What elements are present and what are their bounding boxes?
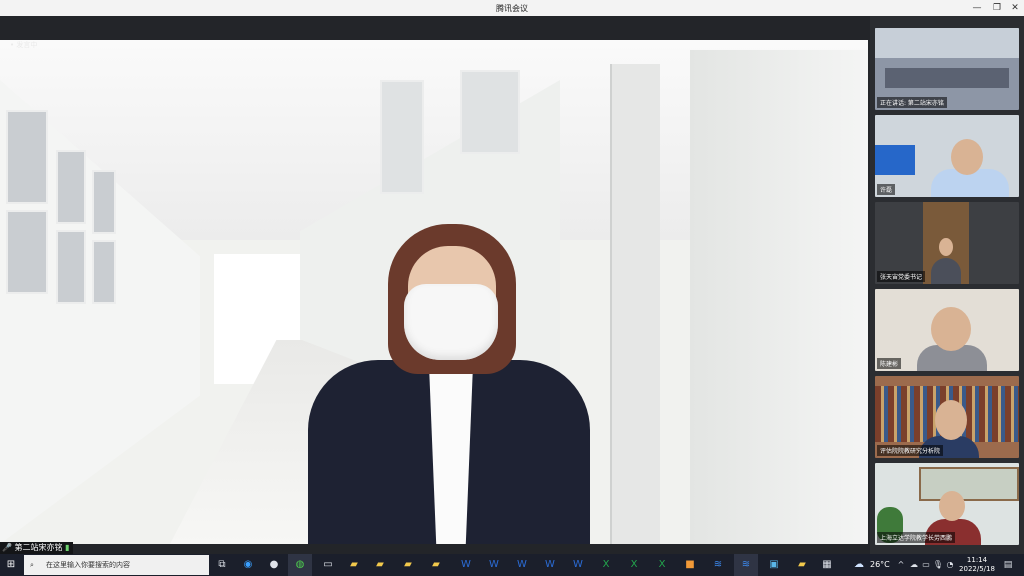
word-icon[interactable]: W xyxy=(512,554,532,576)
excel-icon[interactable]: X xyxy=(652,554,672,576)
scene-glass-wall xyxy=(690,50,868,544)
qq-icon[interactable]: ● xyxy=(264,554,284,576)
clock-time: 11:14 xyxy=(966,556,988,564)
participant-sidebar: 正在讲话: 第二站宋亦铭 许磊 张天宙党委书记 陈建彬 评估院院教研究分析院 上… xyxy=(870,16,1024,554)
wechat-icon[interactable]: ◍ xyxy=(288,554,312,576)
participant-face xyxy=(939,491,965,521)
tile-room-seats xyxy=(885,68,1009,88)
word-icon[interactable]: W xyxy=(484,554,504,576)
system-clock[interactable]: 11:14 2022/5/18 xyxy=(956,556,998,574)
clock-date: 2022/5/18 xyxy=(959,565,995,573)
calculator-icon[interactable]: ▦ xyxy=(818,554,836,576)
speaker-mask xyxy=(404,284,498,360)
participant-face xyxy=(939,238,953,256)
word-icon[interactable]: W xyxy=(540,554,560,576)
close-icon[interactable]: ✕ xyxy=(1006,0,1024,16)
taskbar: ⊞ ⌕ 在这里输入你要搜索的内容 ⧉ ◉ ● ◍ ▭ ▰ ▰ ▰ ▰ W W W… xyxy=(0,554,1024,576)
weather-icon: ☁ xyxy=(854,559,864,570)
participant-torso xyxy=(931,258,961,284)
word-icon[interactable]: W xyxy=(568,554,588,576)
participant-name: 正在讲话: 第二站宋亦铭 xyxy=(877,97,947,108)
tencent-meeting-icon[interactable]: ≋ xyxy=(708,554,728,576)
edge-icon[interactable]: ◉ xyxy=(238,554,258,576)
app-icon[interactable]: ▭ xyxy=(318,554,338,576)
folder-icon[interactable]: ▰ xyxy=(426,554,446,576)
weather-temperature[interactable]: 26°C xyxy=(870,554,890,576)
tile-ceiling xyxy=(875,28,1019,58)
search-icon: ⌕ xyxy=(30,561,34,569)
folder-icon[interactable]: ▰ xyxy=(398,554,418,576)
speaker-name-label: 🎤 第二站宋亦铭 ▮ xyxy=(0,542,74,554)
participant-tile[interactable]: 正在讲话: 第二站宋亦铭 xyxy=(875,28,1019,110)
main-video[interactable] xyxy=(0,40,868,544)
taskbar-search[interactable]: ⌕ 在这里输入你要搜索的内容 xyxy=(24,555,209,575)
participant-name: 上海立达学院教学长劳西鹏 xyxy=(877,532,956,543)
task-view-icon[interactable]: ⧉ xyxy=(212,554,232,576)
participant-name: 许磊 xyxy=(877,184,896,195)
signal-bars-icon: ▮ xyxy=(65,543,70,552)
tile-painting xyxy=(919,467,1019,501)
scene-window xyxy=(6,210,48,294)
participant-tile[interactable]: 陈建彬 xyxy=(875,289,1019,371)
participant-tile[interactable]: 上海立达学院教学长劳西鹏 xyxy=(875,463,1019,545)
window-title: 腾讯会议 xyxy=(496,4,528,13)
main-stage xyxy=(0,16,870,554)
file-explorer-icon[interactable]: ▰ xyxy=(792,554,812,576)
title-bar: 腾讯会议 — ❐ ✕ xyxy=(0,0,1024,16)
participant-name: 陈建彬 xyxy=(877,358,902,369)
app-orange-icon[interactable]: ■ xyxy=(680,554,700,576)
scene-window xyxy=(460,70,520,154)
microphone-icon[interactable]: 🎙 xyxy=(932,554,944,576)
tencent-meeting-active-icon[interactable]: ≋ xyxy=(734,554,758,576)
notification-icon[interactable]: ▤ xyxy=(1000,554,1016,576)
scene-window xyxy=(380,80,424,194)
restore-icon[interactable]: ❐ xyxy=(988,0,1006,16)
mic-icon: 🎤 xyxy=(2,543,12,552)
participant-face xyxy=(931,307,971,351)
scene-door-frame xyxy=(610,64,660,544)
participant-name: 评估院院教研究分析院 xyxy=(877,445,944,456)
windows-start-icon[interactable]: ⊞ xyxy=(0,554,22,576)
participant-face xyxy=(951,139,983,175)
top-mic-indicator: • 发言中 xyxy=(10,41,38,49)
folder-icon[interactable]: ▰ xyxy=(344,554,364,576)
participant-tile[interactable]: 评估院院教研究分析院 xyxy=(875,376,1019,458)
network-icon[interactable]: ◔ xyxy=(944,554,956,576)
cloud-sync-icon[interactable]: ☁ xyxy=(908,554,920,576)
photos-icon[interactable]: ▣ xyxy=(764,554,784,576)
folder-icon[interactable]: ▰ xyxy=(370,554,390,576)
tile-blue-chairs xyxy=(875,145,915,175)
participant-tile[interactable]: 张天宙党委书记 xyxy=(875,202,1019,284)
word-icon[interactable]: W xyxy=(456,554,476,576)
chevron-up-icon[interactable]: ^ xyxy=(896,554,906,576)
scene-window xyxy=(56,150,86,224)
participant-tile[interactable]: 许磊 xyxy=(875,115,1019,197)
search-input[interactable]: 在这里输入你要搜索的内容 xyxy=(46,555,130,575)
participant-name: 张天宙党委书记 xyxy=(877,271,926,282)
scene-window xyxy=(6,110,48,204)
scene-window xyxy=(92,170,116,234)
excel-icon[interactable]: X xyxy=(596,554,616,576)
scene-window xyxy=(92,240,116,304)
minimize-icon[interactable]: — xyxy=(968,0,986,16)
speaker-name: 第二站宋亦铭 xyxy=(14,543,63,552)
scene-window xyxy=(56,230,86,304)
participant-face xyxy=(935,400,967,440)
excel-icon[interactable]: X xyxy=(624,554,644,576)
battery-icon[interactable]: ▭ xyxy=(920,554,932,576)
